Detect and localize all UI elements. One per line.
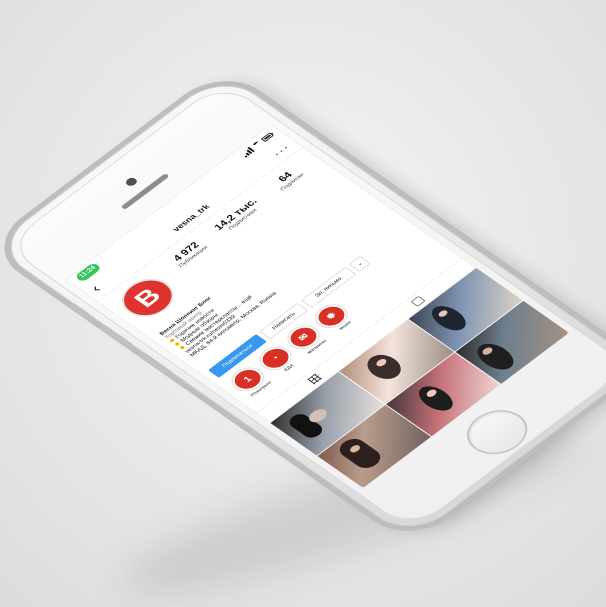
signal-icon [240, 146, 255, 158]
tagged-icon[interactable] [410, 296, 426, 308]
side-button-3 [137, 351, 172, 375]
grid-icon[interactable] [307, 374, 322, 385]
side-button-2 [100, 324, 134, 349]
battery-icon [260, 132, 274, 143]
side-button-1 [68, 302, 91, 319]
home-button[interactable] [457, 403, 537, 461]
front-camera [123, 176, 140, 188]
scene: 11:24 ‹ vesna_trk ··· B 4 972 Публикации… [0, 0, 606, 607]
wifi-icon [251, 140, 263, 149]
